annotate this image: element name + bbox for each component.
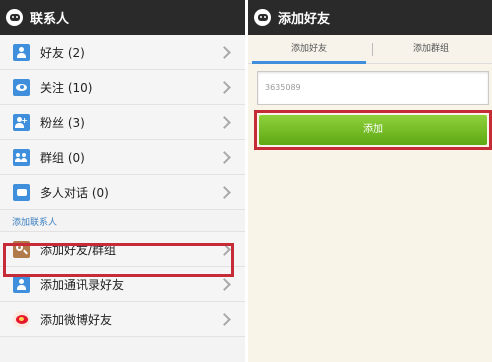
contact-item-following[interactable]: 关注 (10) bbox=[0, 70, 245, 105]
fans-icon: + bbox=[13, 113, 30, 131]
add-type-tabs: 添加好友 添加群组 bbox=[248, 35, 492, 64]
add-address-book-friend-item[interactable]: 添加通讯录好友 bbox=[0, 267, 245, 302]
chevron-right-icon bbox=[218, 242, 231, 256]
friend-icon bbox=[13, 43, 30, 61]
chat-icon bbox=[13, 183, 30, 201]
tab-add-group[interactable]: 添加群组 bbox=[370, 35, 492, 63]
contact-item-label: 群组 (0) bbox=[40, 150, 85, 165]
contacts-panel: 联系人 好友 (2) 关注 (10) + 粉丝 (3) 群组 (0) 多人对话 … bbox=[0, 0, 245, 362]
contact-item-fans[interactable]: + 粉丝 (3) bbox=[0, 105, 245, 140]
add-friend-titlebar: 添加好友 bbox=[248, 0, 492, 35]
contact-item-label: 粉丝 (3) bbox=[40, 115, 85, 130]
chevron-right-icon bbox=[218, 312, 231, 326]
contact-item-label: 好友 (2) bbox=[40, 45, 85, 60]
add-friend-group-item[interactable]: 添加好友/群组 bbox=[0, 232, 245, 267]
chevron-right-icon bbox=[218, 185, 231, 199]
eye-icon bbox=[13, 78, 30, 96]
chevron-right-icon bbox=[218, 80, 231, 94]
add-contacts-section-header: 添加联系人 bbox=[0, 210, 245, 232]
contact-item-label: 关注 (10) bbox=[40, 80, 93, 95]
weibo-icon bbox=[13, 310, 30, 328]
add-item-label: 添加通讯录好友 bbox=[40, 277, 125, 292]
app-logo-icon bbox=[6, 9, 23, 26]
add-button[interactable]: 添加 bbox=[259, 115, 487, 145]
contact-item-groups[interactable]: 群组 (0) bbox=[0, 140, 245, 175]
chevron-right-icon bbox=[218, 277, 231, 291]
app-logo-icon bbox=[254, 9, 271, 26]
chevron-right-icon bbox=[218, 115, 231, 129]
add-friend-title: 添加好友 bbox=[278, 12, 331, 27]
contact-item-friends[interactable]: 好友 (2) bbox=[0, 35, 245, 70]
add-item-label: 添加好友/群组 bbox=[40, 242, 117, 257]
contact-item-multichat[interactable]: 多人对话 (0) bbox=[0, 175, 245, 210]
tab-add-friend[interactable]: 添加好友 bbox=[248, 35, 370, 64]
search-icon bbox=[13, 240, 30, 258]
chevron-right-icon bbox=[218, 150, 231, 164]
tab-separator bbox=[372, 43, 373, 56]
contact-item-label: 多人对话 (0) bbox=[40, 185, 109, 200]
add-item-label: 添加微博好友 bbox=[40, 312, 113, 327]
contacts-title: 联系人 bbox=[30, 12, 70, 27]
highlight-box: 添加 bbox=[254, 110, 492, 150]
contacts-icon bbox=[13, 275, 30, 293]
contacts-titlebar: 联系人 bbox=[0, 0, 245, 35]
group-icon bbox=[13, 148, 30, 166]
chevron-right-icon bbox=[218, 45, 231, 59]
account-input[interactable]: 3635089 bbox=[257, 71, 489, 105]
add-friend-panel: 添加好友 添加好友 添加群组 3635089 添加 bbox=[248, 0, 492, 362]
add-weibo-friend-item[interactable]: 添加微博好友 bbox=[0, 302, 245, 337]
